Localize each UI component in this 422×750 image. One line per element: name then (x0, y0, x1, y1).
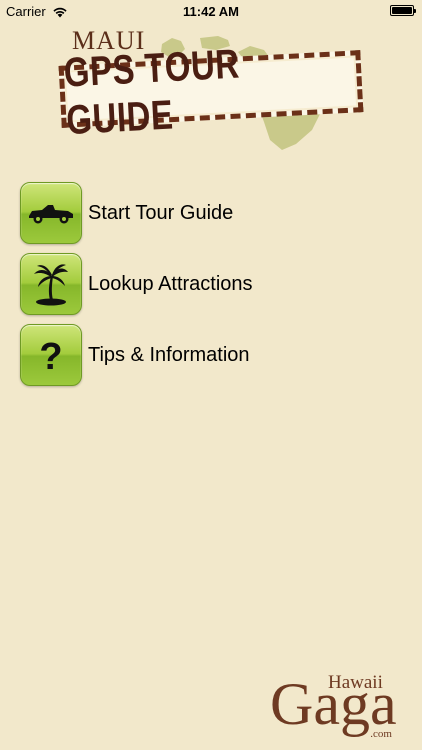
menu-item-label: Tips & Information (88, 343, 250, 366)
app-title: GPS TOUR GUIDE (62, 40, 241, 143)
menu-item-lookup-attractions[interactable]: Lookup Attractions (20, 253, 400, 315)
main-menu: Start Tour Guide Lookup Attractions ? Ti… (20, 182, 400, 395)
question-glyph: ? (39, 336, 62, 377)
menu-item-tips-information[interactable]: ? Tips & Information (20, 324, 400, 386)
battery-icon (390, 5, 416, 16)
title-banner: GPS TOUR GUIDE (58, 40, 364, 143)
tips-information-button[interactable]: ? (20, 324, 82, 386)
menu-item-start-tour-guide[interactable]: Start Tour Guide (20, 182, 400, 244)
palm-tree-icon (34, 264, 68, 306)
app-logo: MAUI GPS TOUR GUIDE (50, 24, 380, 164)
brand-com: .com (370, 728, 392, 740)
battery-fill (392, 7, 412, 14)
status-time: 11:42 AM (183, 4, 239, 19)
hawaii-gaga-logo[interactable]: Gaga Hawaii .com (270, 670, 400, 740)
status-bar: Carrier 11:42 AM (0, 0, 422, 22)
menu-item-label: Lookup Attractions (88, 272, 253, 295)
start-tour-button[interactable] (20, 182, 82, 244)
car-icon (29, 205, 73, 224)
menu-item-label: Start Tour Guide (88, 201, 234, 224)
lookup-attractions-button[interactable] (20, 253, 82, 315)
app-screen: Carrier 11:42 AM MAUI GPS TOUR GUIDE Sta… (0, 0, 422, 750)
question-mark-icon: ? (39, 336, 62, 377)
brand-hawaii: Hawaii (328, 672, 383, 693)
